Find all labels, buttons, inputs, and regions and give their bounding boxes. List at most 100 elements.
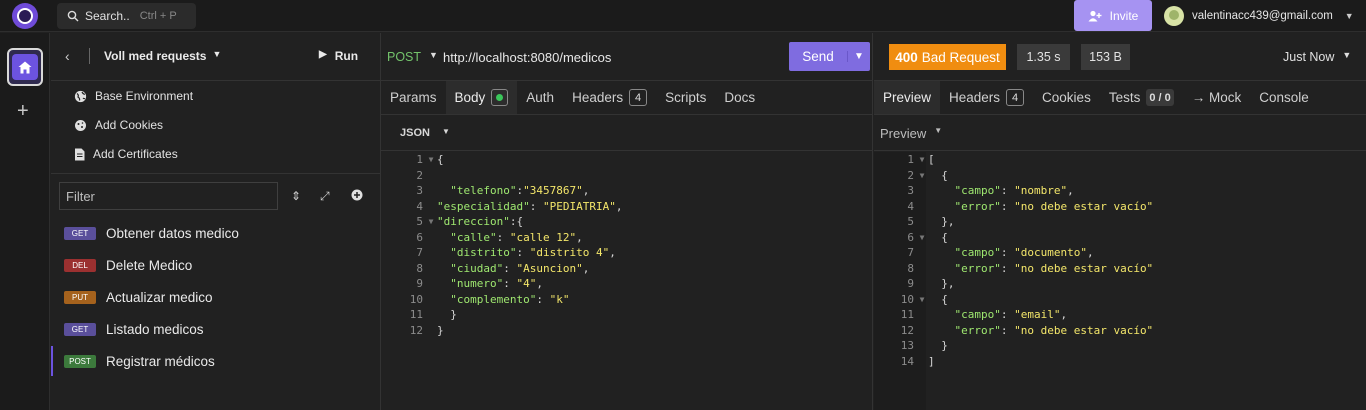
tab-label: Tests (1108, 90, 1141, 105)
send-button[interactable]: Send ▼ (789, 42, 870, 71)
tab-console[interactable]: Console (1250, 81, 1318, 114)
url-bar: POST ▼ Send ▼ (381, 33, 872, 81)
tab-params[interactable]: Params (381, 81, 446, 114)
code-line: 13 } (900, 339, 948, 352)
request-item-active[interactable]: POST Registrar médicos (51, 346, 380, 376)
account-menu[interactable]: valentinacc439@gmail.com ▼ (1164, 5, 1354, 27)
tab-headers[interactable]: Headers 4 (563, 81, 656, 114)
base-environment-item[interactable]: Base Environment (74, 87, 193, 105)
response-size: 153 B (1081, 44, 1130, 70)
timestamp: Just Now (1283, 50, 1335, 64)
code-line: 7 "campo": "documento", (907, 246, 1094, 259)
code-line: 1 ▼{ (416, 153, 444, 166)
code-line: 6 "calle": "calle 12", (416, 230, 583, 244)
search-button[interactable]: Search.. Ctrl + P (57, 3, 196, 29)
code-line: 4 "especialidad": "PEDIATRIA", (416, 199, 623, 213)
status-code: 400 (895, 49, 918, 65)
send-label: Send (802, 49, 834, 64)
request-pane: POST ▼ Send ▼ Params Body Auth Headers 4 … (381, 33, 873, 410)
code-line: 5 ▼ "direccion":{ (416, 215, 524, 228)
response-pane: 400 Bad Request 1.35 s 153 B Just Now ▼ … (874, 33, 1366, 410)
tab-cookies[interactable]: Cookies (1033, 81, 1100, 114)
code-line: 7 "distrito": "distrito 4", (416, 246, 616, 259)
expand-icon[interactable]: ⤢ (320, 189, 330, 204)
run-button[interactable]: ▶ Run (319, 49, 358, 63)
tab-label: Docs (724, 90, 756, 105)
tab-preview[interactable]: Preview (874, 81, 941, 114)
add-certificates-item[interactable]: Add Certificates (74, 145, 178, 163)
code-line: 10 "complemento": "k" (409, 292, 570, 306)
code-line: 10 ▼ { (900, 292, 948, 306)
collection-name-dropdown[interactable]: Voll med requests ▼ (104, 49, 221, 63)
request-item[interactable]: PUT Actualizar medico (51, 282, 380, 312)
add-circle-icon[interactable] (351, 189, 363, 204)
account-email: valentinacc439@gmail.com (1192, 10, 1333, 22)
tab-label: Auth (526, 90, 555, 105)
divider (89, 48, 90, 64)
avatar (1164, 6, 1184, 26)
certificate-icon (75, 148, 85, 160)
code-line: 8 "error": "no debe estar vacío" (907, 261, 1154, 275)
tab-mock[interactable]: → Mock (1183, 81, 1251, 114)
code-line: 4 "error": "no debe estar vacío" (907, 199, 1154, 213)
tab-headers[interactable]: Headers 4 (940, 81, 1033, 114)
code-line: 3 "telefono":"3457867", (416, 184, 590, 197)
tab-body[interactable]: Body (445, 81, 518, 114)
request-label: Obtener datos medico (106, 225, 239, 241)
home-icon (18, 61, 32, 73)
code-line: 12 "error": "no debe estar vacío" (900, 323, 1154, 337)
request-label: Actualizar medico (106, 289, 213, 305)
code-line: 9 "numero": "4", (416, 277, 543, 290)
tab-label: Headers (949, 90, 1001, 105)
env-item-label: Add Cookies (95, 118, 164, 132)
tab-docs[interactable]: Docs (715, 81, 764, 114)
method-badge: DEL (64, 258, 96, 272)
tab-label: Console (1259, 90, 1309, 105)
collection-name: Voll med requests (104, 49, 207, 63)
method-dropdown[interactable]: POST ▼ (387, 50, 438, 64)
code-line: 5 }, (907, 215, 955, 228)
filter-row: ⇕ ⤢ (51, 173, 381, 221)
filter-input[interactable] (59, 182, 278, 210)
request-item[interactable]: GET Listado medicos (51, 314, 380, 344)
response-status-bar: 400 Bad Request 1.35 s 153 B Just Now ▼ (874, 33, 1366, 81)
app-logo-icon[interactable] (12, 3, 38, 29)
preview-mode-bar: Preview ▼ (874, 116, 1366, 151)
add-project-icon[interactable]: + (17, 100, 29, 123)
send-options-icon[interactable]: ▼ (847, 51, 870, 62)
tab-scripts[interactable]: Scripts (656, 81, 715, 114)
left-rail: + (0, 33, 50, 410)
chevron-down-icon: ▼ (429, 50, 438, 60)
top-bar: Search.. Ctrl + P Invite valentinacc439@… (0, 0, 1366, 32)
tab-tests[interactable]: Tests 0 / 0 (1100, 81, 1183, 114)
response-tabs: Preview Headers 4 Cookies Tests 0 / 0 → Mo… (874, 81, 1366, 115)
request-item[interactable]: GET Obtener datos medico (51, 218, 380, 248)
add-cookies-item[interactable]: Add Cookies (74, 116, 163, 134)
sort-icon[interactable]: ⇕ (291, 189, 301, 203)
invite-button[interactable]: Invite (1074, 0, 1152, 31)
response-body-viewer[interactable]: 1 ▼[ 2 ▼ { 3 "campo": "nombre", 4 "error":… (874, 152, 1366, 369)
search-label: Search.. (85, 9, 130, 23)
request-label: Registrar médicos (106, 353, 215, 369)
code-line: 9 }, (907, 277, 955, 290)
history-dropdown[interactable]: Just Now ▼ (1283, 50, 1351, 64)
home-button[interactable] (7, 48, 43, 86)
request-body-editor[interactable]: 1 ▼{ 2 3 "telefono":"3457867", 4 "especial… (381, 152, 872, 338)
invite-label: Invite (1109, 8, 1139, 23)
env-item-label: Base Environment (95, 89, 194, 103)
chevron-down-icon: ▼ (441, 127, 450, 136)
preview-mode-dropdown[interactable]: Preview ▼ (880, 126, 942, 141)
code-line: 14] (900, 354, 935, 368)
preview-label: Preview (880, 126, 927, 141)
code-line: 12} (409, 323, 444, 337)
chevron-down-icon: ▼ (934, 126, 943, 135)
tab-label: Cookies (1042, 90, 1091, 105)
back-arrow-icon[interactable]: ‹ (65, 48, 70, 64)
method-label: POST (387, 50, 422, 64)
code-line: 2 (416, 168, 423, 182)
request-item[interactable]: DEL Delete Medico (51, 250, 380, 280)
body-type-dropdown[interactable]: JSON ▼ (400, 127, 450, 139)
tab-auth[interactable]: Auth (517, 81, 563, 114)
url-input[interactable] (443, 47, 783, 67)
tab-label: Scripts (665, 90, 707, 105)
